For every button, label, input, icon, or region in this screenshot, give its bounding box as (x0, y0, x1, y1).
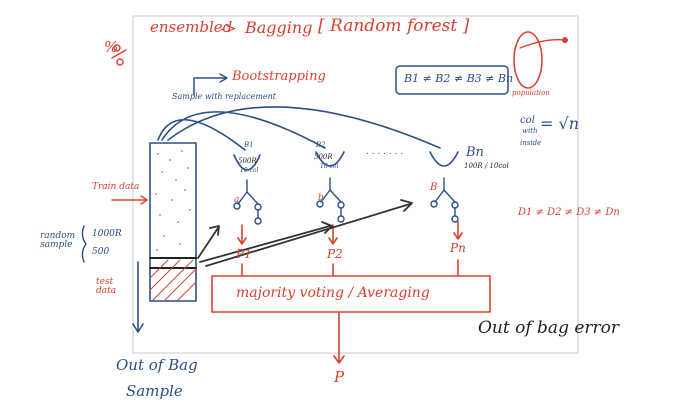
model-b1-cols: 10 col (240, 167, 259, 174)
out-of-bag-line1: Out of Bag (116, 356, 198, 374)
final-arrow (333, 311, 345, 364)
model-bn-cols: 100R / 10col (464, 162, 509, 170)
bagging-label: Bagging (245, 18, 313, 37)
prediction-arrows (237, 221, 463, 277)
whiteboard-frame (132, 15, 579, 354)
ellipsis: . . . . . . . (366, 147, 404, 157)
whiteboard-canvas: ensembled -> Bagging [ Random forest ] %… (0, 0, 691, 416)
buckets (233, 151, 459, 171)
prediction-p1: P1 (236, 247, 252, 261)
replacement-label: Sample with replacement (172, 92, 277, 101)
out-of-bag-line2: Sample (126, 382, 183, 400)
rows-1000-label: 1000R (92, 229, 122, 239)
model-b1-tag: a (234, 195, 240, 205)
model-b2-tag: b (318, 193, 324, 203)
b-equation: B1 ≠ B2 ≠ B3 ≠ Bn (404, 72, 514, 85)
col-sub-label: with (522, 127, 538, 135)
train-data-label: Train data (92, 182, 140, 192)
sampling-arcs (157, 106, 441, 151)
out-of-bag-arrow (132, 261, 144, 333)
model-b1-rows: 500R (238, 157, 257, 165)
population-label: population (512, 89, 550, 97)
sqrt-formula: = √n (540, 114, 579, 133)
dataset-dots (155, 150, 191, 251)
col-note: inside (520, 139, 542, 147)
model-b2-rows: 500R (314, 153, 333, 161)
prediction-p2: P2 (327, 247, 343, 261)
model-b2-name: B2 (316, 141, 326, 149)
bootstrapping-label: Bootstrapping (232, 69, 326, 84)
d-equation: D1 ≠ D2 ≠ D3 ≠ Dn (518, 207, 620, 218)
model-bn-tag: B (430, 182, 438, 193)
random-forest-label: [ Random forest ] (318, 16, 470, 36)
final-prediction: P (334, 368, 345, 386)
train-arrow (111, 195, 148, 205)
random-sample-label: random sample (40, 231, 76, 250)
decision-trees (233, 177, 459, 225)
aggregation-label: majority voting / Averaging (236, 285, 430, 301)
test-data-arrows (197, 199, 413, 267)
rows-500-label: 500 (92, 247, 110, 257)
population-icon (513, 31, 568, 89)
out-of-bag-error: Out of bag error (478, 318, 620, 338)
model-b2-cols: 10 col (320, 163, 339, 170)
title-arrow: -> (220, 21, 237, 37)
model-b1-name: B1 (244, 141, 254, 149)
model-bn-name: Bn (466, 145, 484, 160)
side-note: % (104, 38, 119, 56)
col-label: col (520, 115, 535, 126)
test-data-label: test data (96, 277, 117, 296)
dataset-column (149, 142, 197, 302)
prediction-pn: Pn (450, 241, 466, 255)
